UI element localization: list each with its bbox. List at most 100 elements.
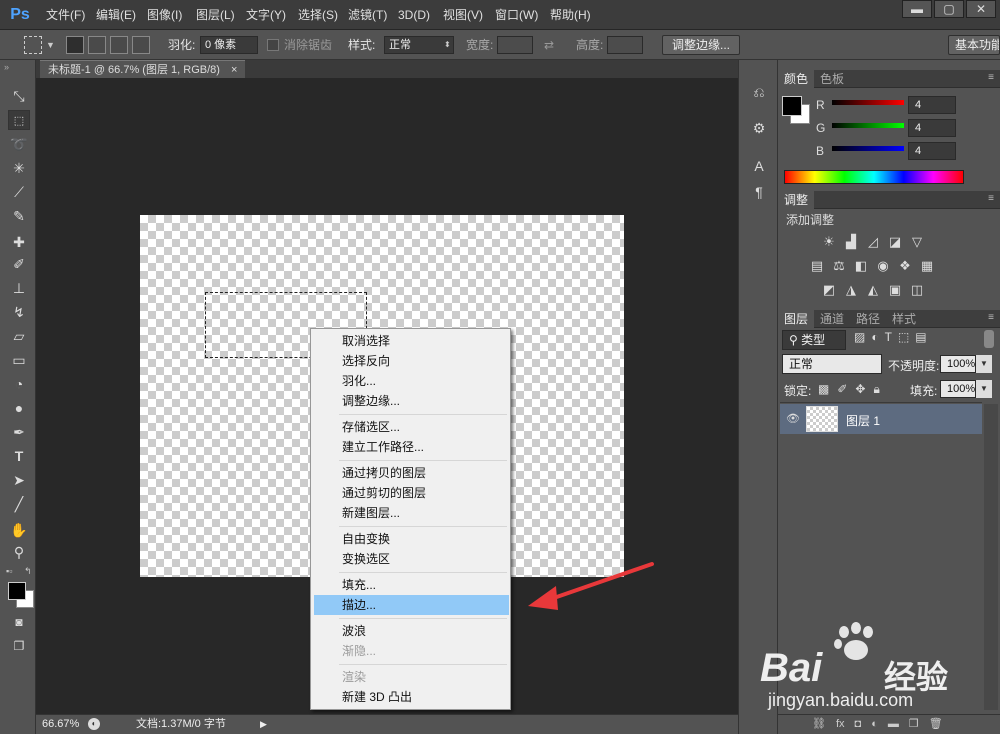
new-selection-icon[interactable] — [66, 36, 84, 54]
tab-styles[interactable]: 样式 — [886, 310, 922, 328]
type-tool-icon[interactable]: T — [8, 446, 30, 466]
chevron-down-icon[interactable]: ▼ — [46, 40, 55, 50]
hand-tool-icon[interactable]: ✋ — [8, 520, 30, 540]
vibrance-icon[interactable]: ▽ — [908, 234, 926, 250]
fill-input[interactable]: 100% — [940, 380, 976, 398]
dodge-tool-icon[interactable]: ● — [8, 398, 30, 418]
filter-type-icon[interactable]: T — [885, 330, 892, 344]
color-balance-icon[interactable]: ⚖ — [830, 258, 848, 274]
link-layers-icon[interactable]: ⛓ — [812, 715, 826, 734]
menu-layer[interactable]: 图层(L) — [190, 0, 241, 30]
menu-item-stroke[interactable]: 描边... — [314, 595, 509, 615]
menu-type[interactable]: 文字(Y) — [240, 0, 292, 30]
history-icon[interactable]: ⎌ — [749, 82, 769, 102]
tab-channels[interactable]: 通道 — [814, 310, 850, 328]
healing-brush-icon[interactable]: ✚ — [8, 232, 30, 252]
marquee-preset-icon[interactable] — [24, 36, 42, 54]
tab-color[interactable]: 颜色 — [778, 70, 815, 88]
green-value-input[interactable]: 4 — [908, 119, 956, 137]
panel-menu-icon[interactable]: ≡ — [988, 312, 994, 323]
red-value-input[interactable]: 4 — [908, 96, 956, 114]
line-tool-icon[interactable]: ╱ — [8, 494, 30, 514]
menu-file[interactable]: 文件(F) — [40, 0, 91, 30]
minimize-button[interactable]: ▬ — [902, 0, 932, 18]
lock-position-icon[interactable]: ✥ — [855, 382, 865, 397]
menu-item-save-selection[interactable]: 存储选区... — [314, 417, 509, 437]
menu-item-make-work-path[interactable]: 建立工作路径... — [314, 437, 509, 457]
brush-tool-icon[interactable]: ✐ — [8, 254, 30, 274]
workspace-button[interactable]: 基本功能 — [948, 35, 1000, 55]
subtract-selection-icon[interactable] — [110, 36, 128, 54]
menu-item-new-layer[interactable]: 新建图层... — [314, 503, 509, 523]
green-slider[interactable] — [832, 123, 904, 128]
lock-pixels-icon[interactable]: ✐ — [837, 382, 847, 397]
exposure-icon[interactable]: ◪ — [886, 234, 904, 250]
color-spectrum-ramp[interactable] — [784, 170, 964, 184]
menu-item-deselect[interactable]: 取消选择 — [314, 331, 509, 351]
zoom-level[interactable]: 66.67% — [42, 715, 79, 733]
opacity-dropdown-icon[interactable]: ▼ — [976, 355, 992, 373]
color-lookup-icon[interactable]: ▦ — [918, 258, 936, 274]
stamp-tool-icon[interactable]: ⊥ — [8, 278, 30, 298]
menu-item-layer-via-cut[interactable]: 通过剪切的图层 — [314, 483, 509, 503]
selective-color-icon[interactable]: ◫ — [908, 282, 926, 298]
menu-select[interactable]: 选择(S) — [292, 0, 344, 30]
eraser-tool-icon[interactable]: ▱ — [8, 326, 30, 346]
pen-tool-icon[interactable]: ✒ — [8, 422, 30, 442]
menu-image[interactable]: 图像(I) — [141, 0, 188, 30]
new-group-icon[interactable]: ▬ — [888, 715, 899, 734]
swap-colors-icon[interactable]: ↰ — [24, 566, 32, 577]
info-icon[interactable]: ◐ — [88, 718, 100, 730]
menu-item-feather[interactable]: 羽化... — [314, 371, 509, 391]
maximize-button[interactable]: ▢ — [934, 0, 964, 18]
posterize-icon[interactable]: ◮ — [842, 282, 860, 298]
filter-smart-object-icon[interactable]: ▤ — [915, 330, 926, 344]
tab-layers[interactable]: 图层 — [778, 310, 815, 328]
move-tool-icon[interactable]: ⤡ — [8, 86, 30, 106]
menu-item-new-3d-extrusion[interactable]: 新建 3D 凸出 — [314, 687, 509, 707]
collapse-icon[interactable]: » — [4, 62, 9, 72]
marquee-tool-icon[interactable]: ⬚ — [8, 110, 30, 130]
color-foreground-swatch[interactable] — [782, 96, 802, 116]
menu-help[interactable]: 帮助(H) — [544, 0, 597, 30]
menu-item-free-transform[interactable]: 自由变换 — [314, 529, 509, 549]
magic-wand-tool-icon[interactable]: ✳ — [8, 158, 30, 178]
refine-edge-button[interactable]: 调整边缘... — [662, 35, 740, 55]
filter-adjustment-icon[interactable]: ◐ — [871, 330, 878, 344]
curves-icon[interactable]: ◿ — [864, 234, 882, 250]
menu-3d[interactable]: 3D(D) — [392, 0, 436, 30]
document-tab[interactable]: 未标题-1 @ 66.7% (图层 1, RGB/8) × — [40, 60, 246, 78]
blue-value-input[interactable]: 4 — [908, 142, 956, 160]
new-adjustment-icon[interactable]: ◐ — [871, 715, 878, 734]
swap-icon[interactable]: ⇄ — [544, 38, 554, 52]
channel-mixer-icon[interactable]: ❖ — [896, 258, 914, 274]
menu-item-inverse[interactable]: 选择反向 — [314, 351, 509, 371]
close-button[interactable]: ✕ — [966, 0, 996, 18]
filter-pixel-icon[interactable]: ▨ — [854, 330, 865, 344]
status-menu-arrow-icon[interactable]: ▶ — [260, 715, 267, 733]
opacity-input[interactable]: 100% — [940, 355, 976, 373]
menu-item-layer-via-copy[interactable]: 通过拷贝的图层 — [314, 463, 509, 483]
filter-shape-icon[interactable]: ⬚ — [898, 330, 909, 344]
menu-item-transform-selection[interactable]: 变换选区 — [314, 549, 509, 569]
red-slider[interactable] — [832, 100, 904, 105]
eyedropper-tool-icon[interactable]: ✎ — [8, 206, 30, 226]
black-white-icon[interactable]: ◧ — [852, 258, 870, 274]
visibility-eye-icon[interactable]: 👁︎ — [786, 412, 800, 425]
crop-tool-icon[interactable]: ⟋ — [8, 182, 30, 202]
menu-item-refine-edge[interactable]: 调整边缘... — [314, 391, 509, 411]
menu-item-fill[interactable]: 填充... — [314, 575, 509, 595]
invert-icon[interactable]: ◩ — [820, 282, 838, 298]
blend-mode-select[interactable]: 正常 — [782, 354, 882, 374]
add-selection-icon[interactable] — [88, 36, 106, 54]
gradient-map-icon[interactable]: ▣ — [886, 282, 904, 298]
tab-close-icon[interactable]: × — [231, 64, 237, 76]
new-layer-icon[interactable]: ❐ — [909, 715, 919, 734]
add-mask-icon[interactable]: ◘ — [855, 715, 862, 734]
foreground-color-swatch[interactable] — [8, 582, 26, 600]
hue-saturation-icon[interactable]: ▤ — [808, 258, 826, 274]
zoom-tool-icon[interactable]: ⚲ — [8, 542, 30, 562]
layer-name[interactable]: 图层 1 — [846, 412, 880, 429]
panel-menu-icon[interactable]: ≡ — [988, 72, 994, 83]
tab-swatches[interactable]: 色板 — [814, 70, 850, 88]
